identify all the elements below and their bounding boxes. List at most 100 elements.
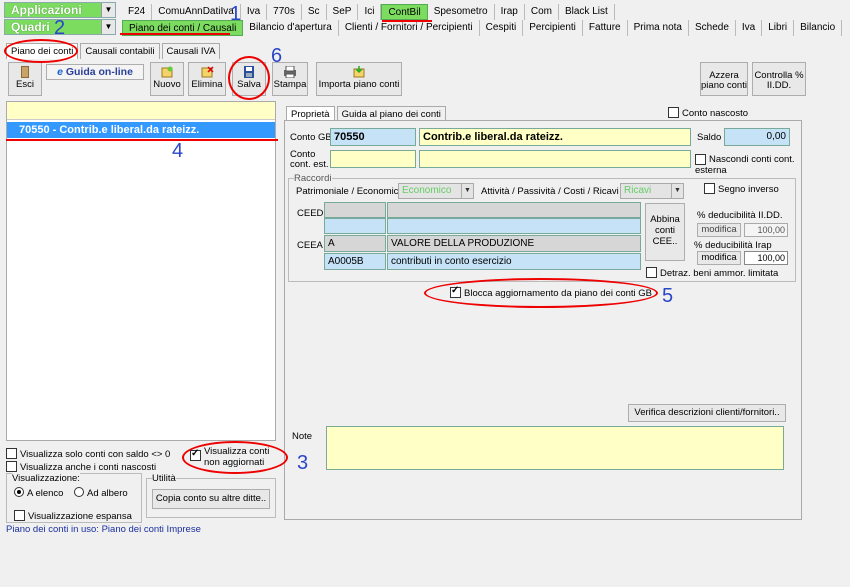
radio-selected[interactable] [14, 487, 24, 497]
menu1-ici[interactable]: Ici [358, 4, 382, 20]
espansa-checkbox[interactable]: Visualizzazione espansa [14, 510, 132, 522]
menu1-com[interactable]: Com [525, 4, 559, 20]
abbina-conti-cee-button[interactable]: Abbina conti CEE.. [645, 203, 685, 261]
importa-piano-conti-button[interactable]: Importa piano conti [316, 62, 402, 96]
checkbox[interactable] [668, 107, 679, 118]
nuovo-button[interactable]: Nuovo [150, 62, 184, 96]
checkbox[interactable] [14, 510, 25, 521]
menu1-black-list[interactable]: Black List [559, 4, 615, 20]
menu1-770s[interactable]: 770s [267, 4, 302, 20]
annotation-underline [382, 14, 432, 22]
ceed-code2[interactable] [324, 218, 386, 234]
ceed-desc1 [387, 202, 641, 218]
nuovo-label: Nuovo [153, 79, 181, 90]
modifica-iidd-button[interactable]: modifica [697, 223, 741, 237]
menu1-spesometro[interactable]: Spesometro [428, 4, 495, 20]
ceea-desc1: VALORE DELLA PRODUZIONE [387, 235, 641, 252]
note-textarea[interactable] [326, 426, 784, 470]
note-label: Note [292, 431, 313, 442]
azzera-piano-conti-button[interactable]: Azzera piano conti [700, 62, 748, 96]
segno-inverso-label: Segno inverso [718, 184, 779, 195]
annotation-ellipse [182, 441, 288, 474]
ceea-desc2[interactable]: contributi in conto esercizio [387, 253, 641, 270]
annotation-underline [120, 31, 230, 35]
menu1-iva[interactable]: Iva [241, 4, 268, 20]
menu2-cespiti[interactable]: Cespiti [480, 20, 524, 36]
esci-button[interactable]: Esci [8, 62, 42, 96]
espansa-label: Visualizzazione espansa [28, 511, 132, 522]
ceea-code2[interactable]: A0005B [324, 253, 386, 270]
checkbox[interactable] [6, 448, 17, 459]
menu2-fatture[interactable]: Fatture [583, 20, 628, 36]
printer-icon [284, 66, 296, 78]
guida-online-button[interactable]: e Guida on-line [46, 64, 144, 80]
internet-explorer-icon: e [57, 66, 63, 78]
checkbox[interactable] [646, 267, 657, 278]
conto-nascosto-checkbox[interactable]: Conto nascosto [668, 107, 748, 119]
menu1-comuanndatiiva[interactable]: ComuAnnDatiIva [152, 4, 241, 20]
attivita-select[interactable]: Ricavi ▼ [620, 183, 684, 199]
visualizzazione-label: Visualizzazione: [12, 473, 80, 484]
a-elenco-label: A elenco [27, 488, 64, 499]
azzera-label: Azzera piano conti [701, 70, 747, 91]
annotation-underline [6, 135, 278, 141]
conto-est-desc-field[interactable] [419, 150, 691, 168]
menu2-bilancio-d-apertura[interactable]: Bilancio d'apertura [243, 20, 339, 36]
ceed-code1 [324, 202, 386, 218]
menu1-f24[interactable]: F24 [122, 4, 153, 20]
conto-gb-label: Conto GB [290, 132, 332, 143]
verifica-descrizioni-button[interactable]: Verifica descrizioni clienti/fornitori.. [628, 404, 786, 422]
segno-inverso-checkbox[interactable]: Segno inverso [704, 183, 779, 195]
applicazioni-dropdown[interactable]: Applicazioni ▼ [4, 2, 116, 18]
list-filter-input[interactable] [7, 102, 275, 120]
checkbox[interactable] [695, 154, 706, 165]
stampa-label: Stampa [273, 79, 307, 90]
controlla-label: Controlla % II.DD. [754, 70, 804, 91]
menu1-irap[interactable]: Irap [495, 4, 525, 20]
nascondi-checkbox[interactable]: Nascondi conti cont. esterna [695, 154, 795, 176]
conto-gb-desc-field[interactable]: Contrib.e liberal.da rateizz. [419, 128, 691, 146]
patrimoniale-label: Patrimoniale / Economico [296, 186, 404, 197]
modifica-irap-button[interactable]: modifica [697, 251, 741, 265]
controlla-iidd-button[interactable]: Controlla % II.DD. [752, 62, 806, 96]
tab-causali-contabili[interactable]: Causali contabili [80, 43, 160, 59]
ceea-code1: A [324, 235, 386, 252]
menu2-prima-nota[interactable]: Prima nota [628, 20, 689, 36]
door-icon [21, 66, 29, 78]
checkbox[interactable] [6, 461, 17, 472]
menu2-schede[interactable]: Schede [689, 20, 736, 36]
detraz-label: Detraz. beni ammor. limitata [660, 268, 779, 279]
ceed-label: CEED [297, 208, 324, 219]
checkbox[interactable] [704, 183, 715, 194]
solo-saldo-label: Visualizza solo conti con saldo <> 0 [20, 449, 171, 460]
menu2-libri[interactable]: Libri [762, 20, 795, 36]
copia-conto-button[interactable]: Copia conto su altre ditte.. [152, 489, 270, 509]
ceea-label: CEEA [297, 240, 323, 251]
annotation-ellipse [4, 39, 78, 63]
menu1-sep[interactable]: SeP [327, 4, 359, 20]
conto-gb-code-field[interactable]: 70550 [330, 128, 416, 146]
menu2-percipienti[interactable]: Percipienti [523, 20, 583, 36]
nascosti-checkbox[interactable]: Visualizza anche i conti nascosti [6, 461, 156, 473]
menu1-sc[interactable]: Sc [302, 4, 327, 20]
solo-saldo-checkbox[interactable]: Visualizza solo conti con saldo <> 0 [6, 448, 170, 460]
menu2-bilancio[interactable]: Bilancio [794, 20, 843, 36]
menu2-iva[interactable]: Iva [736, 20, 763, 36]
ad-albero-radio[interactable]: Ad albero [74, 487, 128, 499]
tab-causali-iva[interactable]: Causali IVA [161, 43, 221, 59]
account-list[interactable]: 70550 - Contrib.e liberal.da rateizz. [6, 101, 276, 441]
piano-in-uso-footer: Piano dei conti in uso: Piano dei conti … [6, 524, 201, 535]
annotation-number: 6 [271, 45, 283, 67]
detraz-checkbox[interactable]: Detraz. beni ammor. limitata [646, 267, 778, 279]
chevron-down-icon: ▼ [461, 184, 473, 198]
chevron-down-icon: ▼ [101, 20, 115, 34]
menu2-clienti-fornitori-percipienti[interactable]: Clienti / Fornitori / Percipienti [339, 20, 480, 36]
ceed-desc2[interactable] [387, 218, 641, 234]
a-elenco-radio[interactable]: A elenco [14, 487, 63, 499]
conto-est-code-field[interactable] [330, 150, 416, 168]
nascondi-label: Nascondi conti cont. esterna [695, 154, 795, 176]
patrimoniale-select[interactable]: Economico ▼ [398, 183, 474, 199]
chevron-down-icon: ▼ [101, 3, 115, 17]
radio[interactable] [74, 487, 84, 497]
elimina-button[interactable]: Elimina [188, 62, 226, 96]
